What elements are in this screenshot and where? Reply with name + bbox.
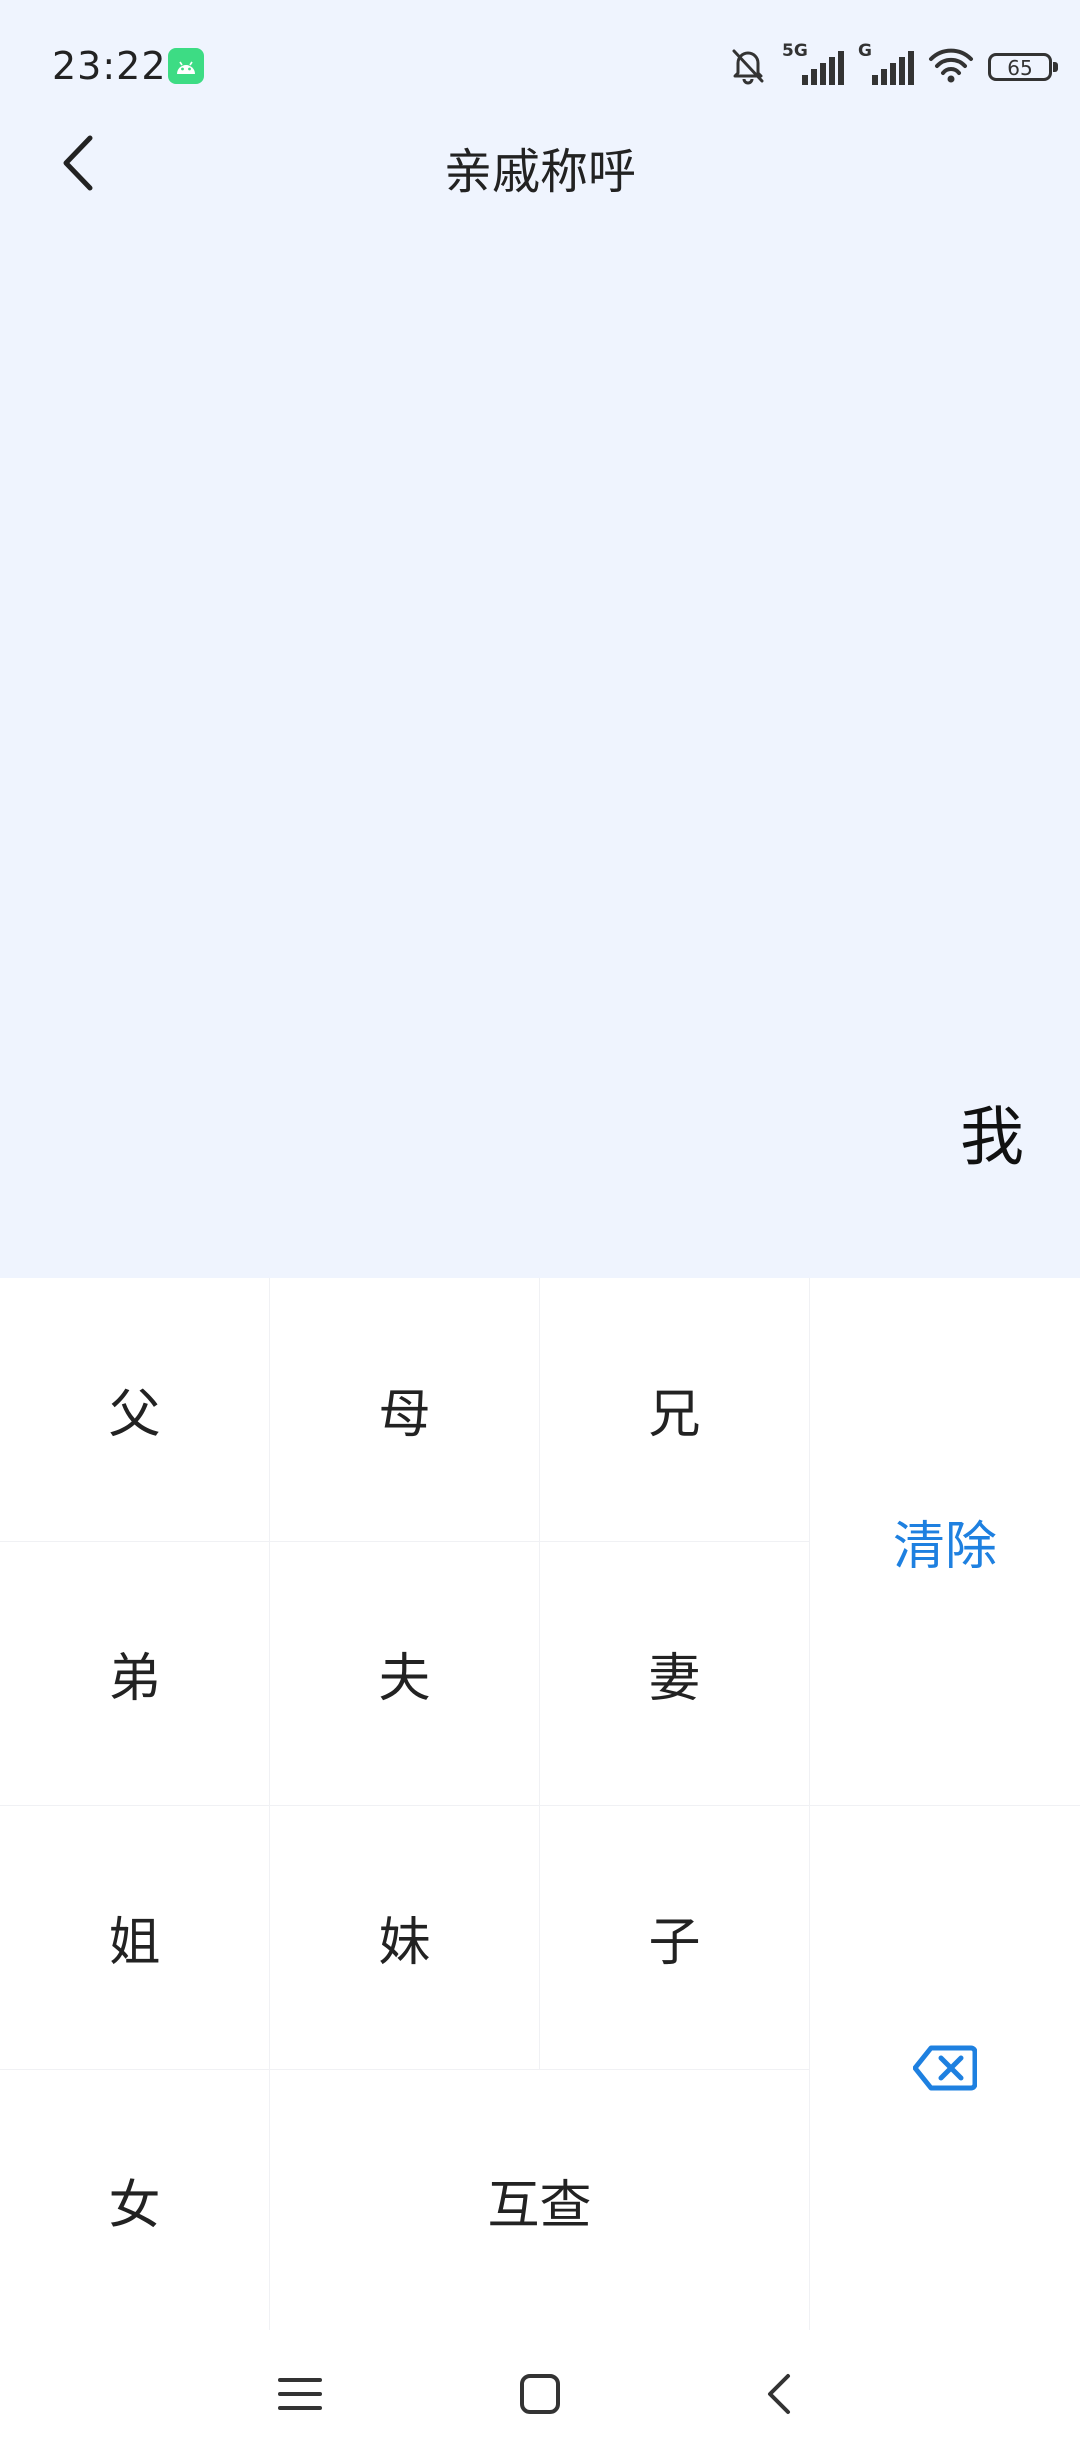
page-title: 亲戚称呼 (443, 144, 636, 200)
key-mother[interactable]: 母 (270, 1278, 540, 1542)
status-time: 23:22 (52, 44, 167, 88)
menu-icon (278, 2378, 322, 2410)
recents-button[interactable] (260, 2354, 340, 2434)
back-triangle-icon (768, 2374, 790, 2414)
screen: 23:22 5G G 65 亲戚称呼 我 父 母 兄 弟 夫 妻 姐 妹 子 女… (0, 0, 1080, 2460)
clear-button[interactable]: 清除 (810, 1278, 1080, 1806)
mute-icon (728, 45, 768, 89)
key-younger-sister[interactable]: 妹 (270, 1806, 540, 2070)
key-father[interactable]: 父 (0, 1278, 270, 1542)
key-elder-sister[interactable]: 姐 (0, 1806, 270, 2070)
home-button[interactable] (500, 2354, 580, 2434)
relation-display: 我 (960, 1101, 1024, 1175)
swap-button[interactable]: 互查 (270, 2070, 810, 2330)
key-husband[interactable]: 夫 (270, 1542, 540, 1806)
home-icon (520, 2374, 560, 2414)
navigation-bar (0, 2330, 1080, 2460)
status-bar: 23:22 5G G 65 (0, 0, 1080, 130)
key-elder-brother[interactable]: 兄 (540, 1278, 810, 1542)
signal-g-icon: G (858, 41, 914, 87)
android-notification-icon (168, 48, 204, 84)
key-younger-brother[interactable]: 弟 (0, 1542, 270, 1806)
backspace-button[interactable] (810, 1806, 1080, 2330)
battery-level: 65 (1007, 56, 1033, 80)
backspace-icon (913, 2045, 977, 2091)
key-son[interactable]: 子 (540, 1806, 810, 2070)
nav-back-button[interactable] (740, 2354, 820, 2434)
key-wife[interactable]: 妻 (540, 1542, 810, 1806)
key-daughter[interactable]: 女 (0, 2070, 270, 2330)
signal-5g-icon: 5G (782, 41, 844, 87)
keypad: 父 母 兄 弟 夫 妻 姐 妹 子 女 互查 清除 (0, 1278, 1080, 2330)
battery-icon: 65 (988, 53, 1058, 81)
status-icons: 5G G 65 (728, 41, 1058, 90)
wifi-icon (928, 45, 974, 89)
